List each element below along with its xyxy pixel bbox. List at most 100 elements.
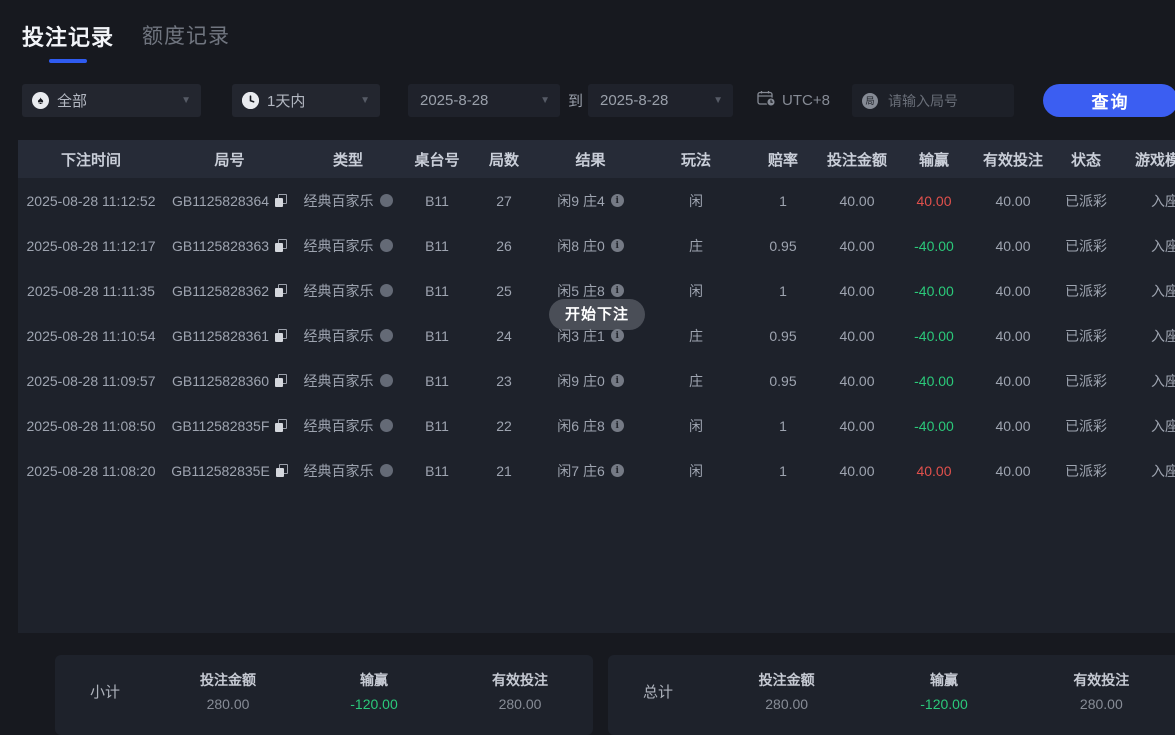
record-tabs: 投注记录 额度记录 [22,20,230,63]
game-type-dot-icon [380,464,393,477]
cell-status: 已派彩 [1052,416,1120,436]
cell-round-id: GB1125828364 [164,193,295,209]
tab-quota-records[interactable]: 额度记录 [142,20,230,61]
subtotal-label: 小计 [55,670,155,702]
date-to-picker[interactable]: 2025-8-28 ▼ [588,84,733,117]
game-type-dot-icon [380,419,393,432]
info-icon[interactable]: i [611,374,624,387]
cell-odds: 1 [746,463,820,479]
cell-round-id: GB112582835F [164,418,295,434]
game-type-dropdown[interactable]: ♠ 全部 ▼ [22,84,201,117]
round-search-box: 局 [852,84,1014,117]
cell-bet-time: 2025-08-28 11:11:35 [18,283,164,299]
cell-win-loss: 40.00 [894,193,974,209]
cell-play-type: 闲 [646,191,746,211]
info-icon[interactable]: i [611,419,624,432]
cell-valid-bet: 40.00 [974,463,1052,479]
cell-game-type: 经典百家乐 [295,416,401,436]
cell-play-type: 庄 [646,326,746,346]
copy-icon[interactable] [275,239,287,252]
copy-icon[interactable] [275,329,287,342]
cell-round-id: GB1125828362 [164,283,295,299]
cell-table-no: B11 [401,418,473,434]
cell-round-no: 25 [473,283,535,299]
date-from-picker[interactable]: 2025-8-28 ▼ [408,84,560,117]
cell-game-mode: 入座 [1120,461,1175,481]
column-header: 局数 [473,149,535,170]
cell-round-no: 23 [473,373,535,389]
info-icon[interactable]: i [611,464,624,477]
info-icon[interactable]: i [611,239,624,252]
cell-round-no: 27 [473,193,535,209]
cell-valid-bet: 40.00 [974,418,1052,434]
column-header: 状态 [1052,149,1120,170]
game-type-dot-icon [380,374,393,387]
cell-table-no: B11 [401,463,473,479]
table-row: 2025-08-28 11:12:17 GB1125828363 经典百家乐 B… [18,223,1175,268]
copy-icon[interactable] [276,464,288,477]
round-search-input[interactable] [886,92,1005,110]
cell-play-type: 闲 [646,416,746,436]
cell-bet-amount: 40.00 [820,328,894,344]
cell-bet-amount: 40.00 [820,463,894,479]
tab-bet-records[interactable]: 投注记录 [22,20,114,63]
chevron-down-icon: ▼ [173,95,191,106]
date-to-separator: 到 [568,84,583,117]
total-bet-amount: 投注金额 280.00 [708,670,865,712]
cell-round-id: GB112582835E [164,463,295,479]
tab-bet-records-label: 投注记录 [22,20,114,52]
cell-bet-time: 2025-08-28 11:08:50 [18,418,164,434]
info-icon[interactable]: i [611,194,624,207]
round-icon: 局 [862,93,878,109]
cell-result: 闲9 庄4 i [535,191,646,211]
copy-icon[interactable] [275,374,287,387]
cell-win-loss: 40.00 [894,463,974,479]
cell-odds: 0.95 [746,238,820,254]
cell-game-mode: 入座 [1120,371,1175,391]
game-type-value: 全部 [57,90,87,111]
calendar-clock-icon [757,90,776,112]
column-header: 下注时间 [18,149,164,170]
column-header: 桌台号 [401,149,473,170]
cell-result: 闲7 庄6 i [535,461,646,481]
timezone-indicator[interactable]: UTC+8 [757,84,830,117]
column-header: 游戏模式 [1120,149,1175,170]
cell-result: 闲6 庄8 i [535,416,646,436]
time-range-value: 1天内 [267,90,305,111]
spade-icon: ♠ [32,92,49,109]
game-type-dot-icon [380,239,393,252]
cell-status: 已派彩 [1052,191,1120,211]
cell-play-type: 庄 [646,236,746,256]
tab-quota-records-label: 额度记录 [142,20,230,50]
cell-table-no: B11 [401,373,473,389]
cell-valid-bet: 40.00 [974,373,1052,389]
cell-table-no: B11 [401,193,473,209]
cell-odds: 1 [746,283,820,299]
cell-bet-time: 2025-08-28 11:08:20 [18,463,164,479]
info-icon[interactable]: i [611,284,624,297]
total-panel: 总计 投注金额 280.00 输赢 -120.00 有效投注 280.00 [608,655,1175,735]
cell-table-no: B11 [401,238,473,254]
cell-odds: 0.95 [746,373,820,389]
cell-result: 闲5 庄8 i [535,281,646,301]
date-to-value: 2025-8-28 [600,92,668,109]
subtotal-bet-amount: 投注金额 280.00 [155,670,301,712]
query-button[interactable]: 查询 [1043,84,1175,117]
chevron-down-icon: ▼ [532,95,550,106]
total-valid-bet: 有效投注 280.00 [1023,670,1175,712]
column-header: 赔率 [746,149,820,170]
copy-icon[interactable] [275,194,287,207]
total-label: 总计 [608,670,708,702]
copy-icon[interactable] [275,419,287,432]
cell-odds: 1 [746,418,820,434]
cell-status: 已派彩 [1052,461,1120,481]
time-range-dropdown[interactable]: 1天内 ▼ [232,84,380,117]
cell-status: 已派彩 [1052,281,1120,301]
game-type-dot-icon [380,329,393,342]
cell-round-no: 22 [473,418,535,434]
cell-play-type: 庄 [646,371,746,391]
total-win-loss: 输赢 -120.00 [865,670,1022,712]
copy-icon[interactable] [275,284,287,297]
info-icon[interactable]: i [611,329,624,342]
table-row: 2025-08-28 11:12:52 GB1125828364 经典百家乐 B… [18,178,1175,223]
